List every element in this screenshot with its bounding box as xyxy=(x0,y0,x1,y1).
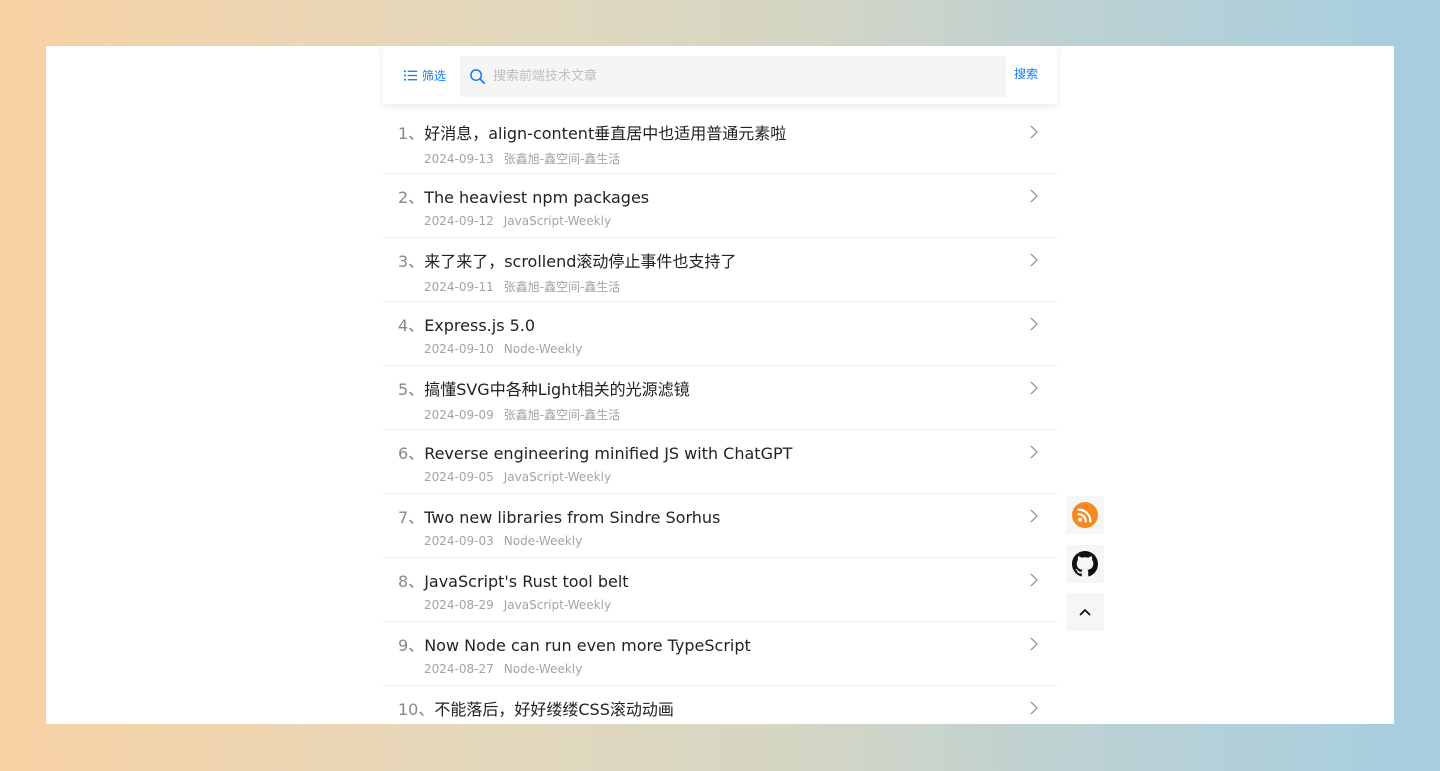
chevron-right-icon xyxy=(1030,573,1038,587)
article-index: 5、 xyxy=(398,380,425,399)
article-title: 5、搞懂SVG中各种Light相关的光源滤镜 xyxy=(398,376,690,400)
article-date: 2024-09-13 xyxy=(424,152,494,166)
chevron-right-icon xyxy=(1030,381,1038,395)
article-meta: 2024-09-03 Node-Weekly xyxy=(424,534,582,548)
search-input[interactable] xyxy=(491,55,1006,98)
article-index: 6、 xyxy=(398,444,425,463)
article-meta: 2024-08-27 Node-Weekly xyxy=(424,662,582,676)
article-title-text: The heaviest npm packages xyxy=(424,188,650,207)
article-date: 2024-09-09 xyxy=(424,408,494,422)
article-title: 9、Now Node can run even more TypeScript xyxy=(398,632,751,656)
github-button[interactable] xyxy=(1066,545,1104,583)
chevron-up-icon xyxy=(1079,609,1091,616)
list-item[interactable]: 4、Express.js 5.0 2024-09-10 Node-Weekly xyxy=(383,302,1057,366)
github-icon xyxy=(1072,551,1098,577)
article-source: Node-Weekly xyxy=(503,342,583,356)
article-title-text: Now Node can run even more TypeScript xyxy=(424,636,751,655)
search-toolbar: 筛选 搜索 xyxy=(383,46,1057,104)
article-title-text: Reverse engineering minified JS with Cha… xyxy=(424,444,793,463)
chevron-right-icon xyxy=(1030,189,1038,203)
article-title-text: Two new libraries from Sindre Sorhus xyxy=(424,508,721,527)
article-title-text: JavaScript's Rust tool belt xyxy=(424,572,629,591)
search-button[interactable]: 搜索 xyxy=(1014,65,1038,82)
article-meta: 2024-09-05 JavaScript-Weekly xyxy=(424,470,611,484)
article-date: 2024-09-12 xyxy=(424,214,494,228)
chevron-right-icon xyxy=(1030,253,1038,267)
list-item[interactable]: 8、JavaScript's Rust tool belt 2024-08-29… xyxy=(383,558,1057,622)
article-index: 8、 xyxy=(398,572,425,591)
rss-button[interactable] xyxy=(1066,496,1104,534)
article-title: 4、Express.js 5.0 xyxy=(398,312,535,336)
article-index: 9、 xyxy=(398,636,425,655)
article-source: JavaScript-Weekly xyxy=(503,470,612,484)
list-filter-icon xyxy=(403,69,418,81)
app-window: 筛选 搜索 1、好消息，align-content垂直居中也适用普通元素啦 20… xyxy=(46,46,1394,724)
rss-icon xyxy=(1072,502,1098,528)
list-item[interactable]: 10、不能落后，好好缕缕CSS滚动动画 xyxy=(383,686,1057,724)
article-source: JavaScript-Weekly xyxy=(503,214,612,228)
article-title-text: 好消息，align-content垂直居中也适用普通元素啦 xyxy=(424,124,787,143)
article-title: 3、来了来了，scrollend滚动停止事件也支持了 xyxy=(398,248,736,272)
article-list: 1、好消息，align-content垂直居中也适用普通元素啦 2024-09-… xyxy=(383,110,1057,724)
filter-button[interactable]: 筛选 xyxy=(403,65,446,85)
article-index: 1、 xyxy=(398,124,425,143)
article-date: 2024-09-11 xyxy=(424,280,494,294)
article-date: 2024-08-27 xyxy=(424,662,494,676)
article-index: 7、 xyxy=(398,508,425,527)
article-date: 2024-08-29 xyxy=(424,598,494,612)
list-item[interactable]: 9、Now Node can run even more TypeScript … xyxy=(383,622,1057,686)
article-source: JavaScript-Weekly xyxy=(503,598,612,612)
article-title: 1、好消息，align-content垂直居中也适用普通元素啦 xyxy=(398,120,786,144)
list-item[interactable]: 7、Two new libraries from Sindre Sorhus 2… xyxy=(383,494,1057,558)
filter-label: 筛选 xyxy=(422,68,447,83)
search-icon xyxy=(470,69,485,84)
article-title: 10、不能落后，好好缕缕CSS滚动动画 xyxy=(398,696,674,720)
article-meta: 2024-09-11 张鑫旭-鑫空间-鑫生活 xyxy=(424,278,620,295)
article-index: 3、 xyxy=(398,252,425,271)
article-index: 10、 xyxy=(398,700,435,719)
article-title-text: 不能落后，好好缕缕CSS滚动动画 xyxy=(434,700,674,719)
article-source: 张鑫旭-鑫空间-鑫生活 xyxy=(503,280,621,294)
article-title-text: 来了来了，scrollend滚动停止事件也支持了 xyxy=(424,252,737,271)
article-index: 2、 xyxy=(398,188,425,207)
article-meta: 2024-08-29 JavaScript-Weekly xyxy=(424,598,611,612)
article-date: 2024-09-10 xyxy=(424,342,494,356)
list-item[interactable]: 2、The heaviest npm packages 2024-09-12 Ja… xyxy=(383,174,1057,238)
article-title: 8、JavaScript's Rust tool belt xyxy=(398,568,629,592)
list-item[interactable]: 5、搞懂SVG中各种Light相关的光源滤镜 2024-09-09 张鑫旭-鑫空间… xyxy=(383,366,1057,430)
chevron-right-icon xyxy=(1030,637,1038,651)
chevron-right-icon xyxy=(1030,317,1038,331)
back-to-top-button[interactable] xyxy=(1066,593,1104,631)
list-item[interactable]: 3、来了来了，scrollend滚动停止事件也支持了 2024-09-11 张鑫旭… xyxy=(383,238,1057,302)
article-title-text: 搞懂SVG中各种Light相关的光源滤镜 xyxy=(424,380,690,399)
search-box xyxy=(460,55,1006,98)
article-title: 7、Two new libraries from Sindre Sorhus xyxy=(398,504,720,528)
article-title-text: Express.js 5.0 xyxy=(424,316,536,335)
article-title: 2、The heaviest npm packages xyxy=(398,184,649,208)
article-date: 2024-09-03 xyxy=(424,534,494,548)
list-item[interactable]: 1、好消息，align-content垂直居中也适用普通元素啦 2024-09-… xyxy=(383,110,1057,174)
article-meta: 2024-09-09 张鑫旭-鑫空间-鑫生活 xyxy=(424,406,620,423)
article-meta: 2024-09-12 JavaScript-Weekly xyxy=(424,214,611,228)
article-source: Node-Weekly xyxy=(503,534,583,548)
article-source: 张鑫旭-鑫空间-鑫生活 xyxy=(503,152,621,166)
article-meta: 2024-09-10 Node-Weekly xyxy=(424,342,582,356)
article-date: 2024-09-05 xyxy=(424,470,494,484)
chevron-right-icon xyxy=(1030,445,1038,459)
chevron-right-icon xyxy=(1030,125,1038,139)
article-source: Node-Weekly xyxy=(503,662,583,676)
chevron-right-icon xyxy=(1030,701,1038,715)
article-meta: 2024-09-13 张鑫旭-鑫空间-鑫生活 xyxy=(424,150,620,167)
article-source: 张鑫旭-鑫空间-鑫生活 xyxy=(503,408,621,422)
chevron-right-icon xyxy=(1030,509,1038,523)
article-index: 4、 xyxy=(398,316,425,335)
article-title: 6、Reverse engineering minified JS with C… xyxy=(398,440,792,464)
list-item[interactable]: 6、Reverse engineering minified JS with C… xyxy=(383,430,1057,494)
